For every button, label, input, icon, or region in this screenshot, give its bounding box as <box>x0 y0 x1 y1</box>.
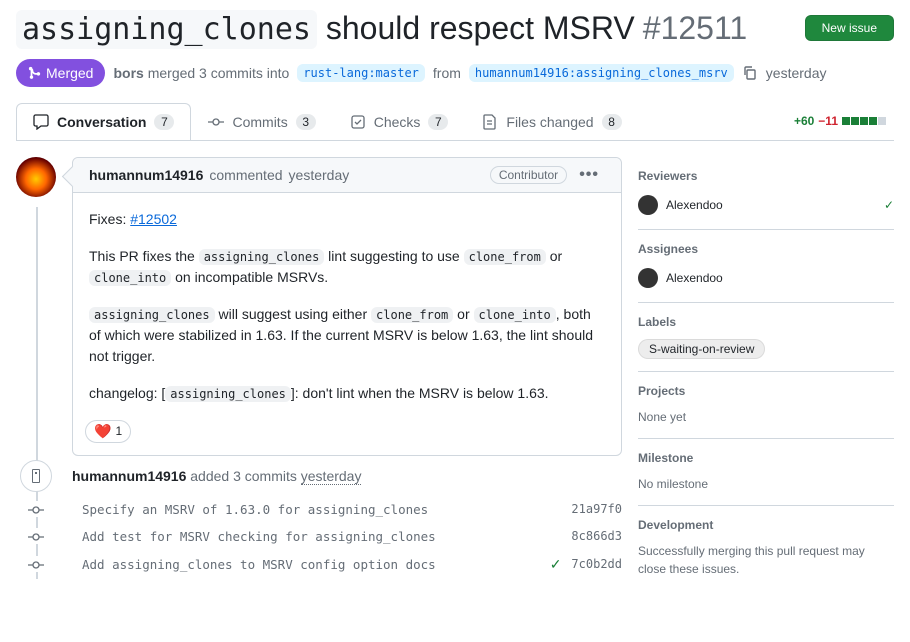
avatar[interactable] <box>16 157 56 197</box>
commit-dot-icon <box>28 501 44 517</box>
sidebar-reviewers: Reviewers Alexendoo✓ <box>638 157 894 230</box>
avatar[interactable] <box>638 195 658 215</box>
base-branch[interactable]: rust-lang:master <box>297 64 425 82</box>
assignee-link[interactable]: Alexendoo <box>666 271 723 285</box>
commits-icon <box>208 114 224 130</box>
merge-icon <box>28 66 42 80</box>
commit-dot-icon <box>28 556 44 572</box>
tab-commits[interactable]: Commits3 <box>191 103 332 140</box>
timeline-added-commits: humannum14916 added 3 commits yesterday <box>72 468 622 484</box>
file-diff-icon <box>482 114 498 130</box>
kebab-icon[interactable]: ••• <box>573 166 605 184</box>
role-badge: Contributor <box>490 166 567 184</box>
sidebar-labels: Labels S-waiting-on-review <box>638 303 894 372</box>
reaction-heart[interactable]: ❤️1 <box>85 420 131 443</box>
commit-row: Specify an MSRV of 1.63.0 for assigning_… <box>72 496 622 523</box>
diffstat: +60 −11 <box>794 114 894 128</box>
avatar[interactable] <box>638 268 658 288</box>
sidebar-milestone: Milestone No milestone <box>638 439 894 506</box>
sidebar-assignees: Assignees Alexendoo <box>638 230 894 303</box>
reviewer-link[interactable]: Alexendoo <box>666 198 723 212</box>
comment-icon <box>33 114 49 130</box>
pr-number: #12511 <box>643 10 747 47</box>
tab-conversation[interactable]: Conversation7 <box>16 103 191 140</box>
tab-files[interactable]: Files changed8 <box>465 103 638 140</box>
commit-row: Add assigning_clones to MSRV config opti… <box>72 550 622 579</box>
merge-meta: Merged bors merged 3 commits into rust-l… <box>16 53 894 103</box>
new-issue-button[interactable]: New issue <box>805 15 894 41</box>
commit-sha[interactable]: 21a97f0 <box>571 502 622 516</box>
tab-checks[interactable]: Checks7 <box>333 103 466 140</box>
pr-title: assigning_clones should respect MSRV #12… <box>16 8 747 49</box>
commit-message[interactable]: Specify an MSRV of 1.63.0 for assigning_… <box>82 502 561 517</box>
push-icon <box>20 460 52 492</box>
commit-sha[interactable]: 7c0b2dd <box>571 557 622 571</box>
commit-row: Add test for MSRV checking for assigning… <box>72 523 622 550</box>
copy-icon[interactable] <box>742 64 758 81</box>
merged-badge: Merged <box>16 59 105 87</box>
check-icon: ✓ <box>884 198 894 212</box>
checks-icon <box>350 114 366 130</box>
pr-description: humannum14916 commented yesterday Contri… <box>72 157 622 456</box>
comment-author[interactable]: humannum14916 <box>89 167 203 183</box>
commit-message[interactable]: Add test for MSRV checking for assigning… <box>82 529 561 544</box>
head-branch[interactable]: humannum14916:assigning_clones_msrv <box>469 64 734 82</box>
label-pill[interactable]: S-waiting-on-review <box>638 339 765 359</box>
sidebar-projects: Projects None yet <box>638 372 894 439</box>
commit-sha[interactable]: 8c866d3 <box>571 529 622 543</box>
commit-dot-icon <box>28 528 44 544</box>
sidebar-development: Development Successfully merging this pu… <box>638 506 894 590</box>
issue-link[interactable]: #12502 <box>130 211 177 227</box>
commit-message[interactable]: Add assigning_clones to MSRV config opti… <box>82 557 540 572</box>
pr-tabs: Conversation7 Commits3 Checks7 Files cha… <box>16 103 894 141</box>
check-icon: ✓ <box>550 556 562 573</box>
